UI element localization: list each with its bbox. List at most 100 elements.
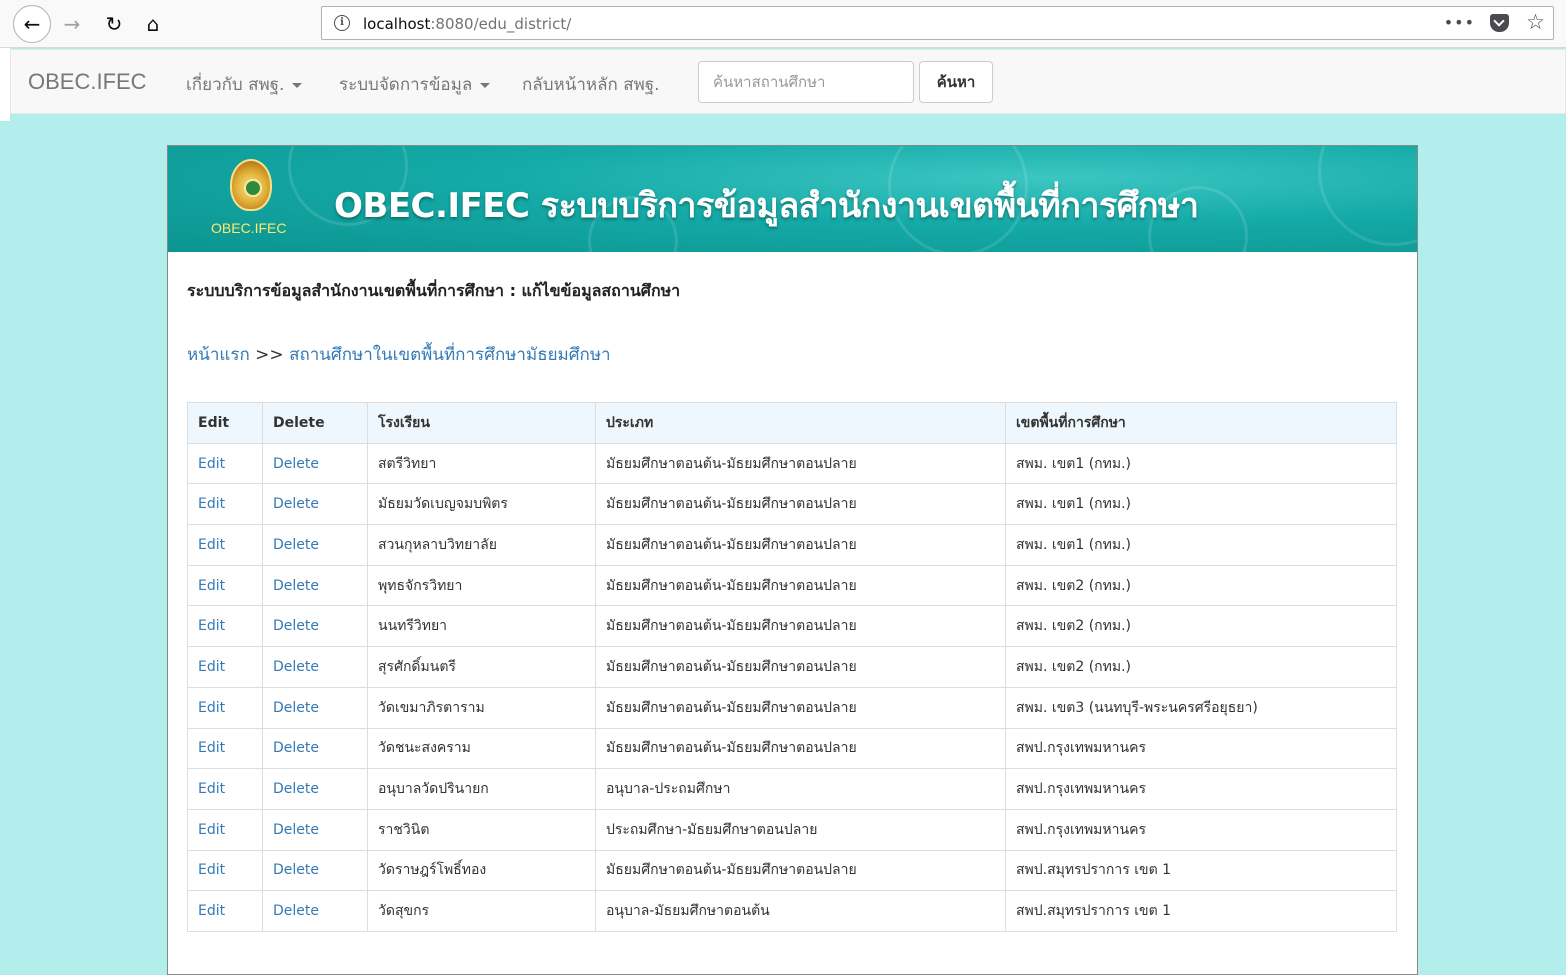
school-cell: มัธยมวัดเบญจมบพิตร — [367, 483, 596, 526]
delete-link[interactable]: Delete — [273, 700, 319, 716]
edit-link[interactable]: Edit — [198, 903, 225, 919]
delete-link[interactable]: Delete — [273, 578, 319, 594]
breadcrumb-home-link[interactable]: หน้าแรก — [187, 345, 250, 365]
table-row: Edit Delete นนทรีวิทยา มัธยมศึกษาตอนต้น-… — [187, 605, 1397, 648]
type-cell: มัธยมศึกษาตอนต้น-มัธยมศึกษาตอนปลาย — [595, 727, 1006, 770]
delete-link[interactable]: Delete — [273, 537, 319, 553]
edit-link[interactable]: Edit — [198, 740, 225, 756]
url-host: localhost — [363, 15, 431, 33]
star-icon[interactable]: ☆ — [1526, 10, 1545, 34]
breadcrumb-separator: >> — [255, 345, 284, 365]
page-title: ระบบบริการข้อมูลสำนักงานเขตพื้นที่การศึก… — [187, 281, 681, 300]
pocket-icon[interactable] — [1490, 14, 1509, 32]
page-edge — [0, 48, 10, 121]
delete-link[interactable]: Delete — [273, 862, 319, 878]
school-cell: นนทรีวิทยา — [367, 605, 596, 648]
search-input[interactable] — [698, 61, 914, 103]
edit-link[interactable]: Edit — [198, 618, 225, 634]
school-cell: วัดชนะสงคราม — [367, 727, 596, 770]
school-cell: สตรีวิทยา — [367, 442, 596, 485]
caret-down-icon — [480, 82, 491, 88]
type-cell: มัธยมศึกษาตอนต้น-มัธยมศึกษาตอนปลาย — [595, 646, 1006, 688]
table-row: Edit Delete สตรีวิทยา มัธยมศึกษาตอนต้น-ม… — [187, 442, 1397, 485]
type-cell: มัธยมศึกษาตอนต้น-มัธยมศึกษาตอนปลาย — [595, 442, 1006, 485]
school-cell: อนุบาลวัดปรินายก — [367, 768, 596, 810]
logo-label: OBEC.IFEC — [211, 220, 287, 236]
district-cell: สพม. เขต3 (นนทบุรี-พระนครศรีอยุธยา) — [1005, 686, 1397, 729]
edit-link[interactable]: Edit — [198, 700, 225, 716]
type-cell: มัธยมศึกษาตอนต้น-มัธยมศึกษาตอนปลาย — [595, 524, 1006, 566]
district-cell: สพป.สมุทรปราการ เขต 1 — [1005, 849, 1397, 892]
schools-table: Edit Delete โรงเรียน ประเภท เขตพื้นที่กา… — [187, 402, 1397, 932]
edit-link[interactable]: Edit — [198, 659, 225, 675]
district-cell: สพม. เขต1 (กทม.) — [1005, 483, 1397, 526]
type-cell: มัธยมศึกษาตอนต้น-มัธยมศึกษาตอนปลาย — [595, 849, 1006, 892]
type-cell: มัธยมศึกษาตอนต้น-มัธยมศึกษาตอนปลาย — [595, 605, 1006, 648]
url-path: :8080/edu_district/ — [430, 15, 572, 33]
table-row: Edit Delete วัดราษฎร์โพธิ์ทอง มัธยมศึกษา… — [187, 849, 1397, 892]
nav-about-label: เกี่ยวกับ สพฐ. — [186, 75, 285, 95]
header-delete: Delete — [262, 402, 368, 444]
search-button[interactable]: ค้นหา — [919, 61, 993, 103]
type-cell: มัธยมศึกษาตอนต้น-มัธยมศึกษาตอนปลาย — [595, 483, 1006, 526]
info-icon[interactable]: i — [334, 15, 350, 31]
nav-data-label: ระบบจัดการข้อมูล — [339, 75, 473, 95]
header-type: ประเภท — [595, 402, 1006, 444]
navbar-brand[interactable]: OBEC.IFEC — [28, 69, 147, 95]
address-bar[interactable]: i localhost:8080/edu_district/ ••• ☆ — [321, 6, 1554, 40]
breadcrumb: หน้าแรก >> สถานศึกษาในเขตพื้นที่การศึกษา… — [187, 341, 611, 368]
school-cell: ราชวินิต — [367, 808, 596, 851]
district-cell: สพม. เขต1 (กทม.) — [1005, 524, 1397, 566]
nav-dropdown-data[interactable]: ระบบจัดการข้อมูล — [339, 71, 491, 98]
edit-link[interactable]: Edit — [198, 781, 225, 797]
type-cell: มัธยมศึกษาตอนต้น-มัธยมศึกษาตอนปลาย — [595, 686, 1006, 729]
reload-icon[interactable]: ↻ — [96, 6, 132, 42]
table-body: Edit Delete สตรีวิทยา มัธยมศึกษาตอนต้น-ม… — [187, 442, 1397, 932]
edit-link[interactable]: Edit — [198, 537, 225, 553]
site-banner: OBEC.IFEC OBEC.IFEC ระบบบริการข้อมูลสำนั… — [168, 146, 1417, 252]
school-cell: วัดสุขกร — [367, 890, 596, 932]
edit-link[interactable]: Edit — [198, 496, 225, 512]
edit-link[interactable]: Edit — [198, 862, 225, 878]
delete-link[interactable]: Delete — [273, 903, 319, 919]
delete-link[interactable]: Delete — [273, 781, 319, 797]
school-cell: พุทธจักรวิทยา — [367, 564, 596, 607]
table-row: Edit Delete อนุบาลวัดปรินายก อนุบาล-ประถ… — [187, 768, 1397, 810]
district-cell: สพป.สมุทรปราการ เขต 1 — [1005, 890, 1397, 932]
forward-arrow-icon[interactable]: → — [54, 6, 90, 42]
caret-down-icon — [292, 82, 303, 88]
back-arrow-icon[interactable]: ← — [13, 5, 51, 43]
content-panel: OBEC.IFEC OBEC.IFEC ระบบบริการข้อมูลสำนั… — [167, 145, 1418, 975]
school-cell: วัดเขมาภิรตาราม — [367, 686, 596, 729]
delete-link[interactable]: Delete — [273, 740, 319, 756]
edit-link[interactable]: Edit — [198, 822, 225, 838]
delete-link[interactable]: Delete — [273, 496, 319, 512]
delete-link[interactable]: Delete — [273, 659, 319, 675]
home-icon[interactable]: ⌂ — [135, 6, 171, 42]
edit-link[interactable]: Edit — [198, 456, 225, 472]
url-text[interactable]: localhost:8080/edu_district/ — [363, 15, 571, 33]
nav-link-home[interactable]: กลับหน้าหลัก สพฐ. — [522, 71, 660, 98]
more-dots-icon[interactable]: ••• — [1444, 13, 1475, 32]
browser-toolbar: ← → ↻ ⌂ i localhost:8080/edu_district/ •… — [0, 0, 1566, 48]
delete-link[interactable]: Delete — [273, 618, 319, 634]
delete-link[interactable]: Delete — [273, 822, 319, 838]
delete-link[interactable]: Delete — [273, 456, 319, 472]
breadcrumb-current-link[interactable]: สถานศึกษาในเขตพื้นที่การศึกษามัธยมศึกษา — [289, 345, 611, 365]
header-district: เขตพื้นที่การศึกษา — [1005, 402, 1397, 444]
banner-title: OBEC.IFEC ระบบบริการข้อมูลสำนักงานเขตพื้… — [334, 186, 1199, 226]
district-cell: สพม. เขต2 (กทม.) — [1005, 564, 1397, 607]
table-row: Edit Delete สวนกุหลาบวิทยาลัย มัธยมศึกษา… — [187, 524, 1397, 566]
district-cell: สพป.กรุงเทพมหานคร — [1005, 808, 1397, 851]
header-school: โรงเรียน — [367, 402, 596, 444]
edit-link[interactable]: Edit — [198, 578, 225, 594]
table-header-row: Edit Delete โรงเรียน ประเภท เขตพื้นที่กา… — [187, 402, 1397, 444]
school-cell: วัดราษฎร์โพธิ์ทอง — [367, 849, 596, 892]
district-cell: สพม. เขต1 (กทม.) — [1005, 442, 1397, 485]
nav-dropdown-about[interactable]: เกี่ยวกับ สพฐ. — [186, 71, 303, 98]
table-row: Edit Delete มัธยมวัดเบญจมบพิตร มัธยมศึกษ… — [187, 483, 1397, 526]
banner-swirl — [1318, 146, 1417, 246]
district-cell: สพป.กรุงเทพมหานคร — [1005, 768, 1397, 810]
table-row: Edit Delete วัดเขมาภิรตาราม มัธยมศึกษาตอ… — [187, 686, 1397, 729]
table-row: Edit Delete ราชวินิต ประถมศึกษา-มัธยมศึก… — [187, 808, 1397, 851]
